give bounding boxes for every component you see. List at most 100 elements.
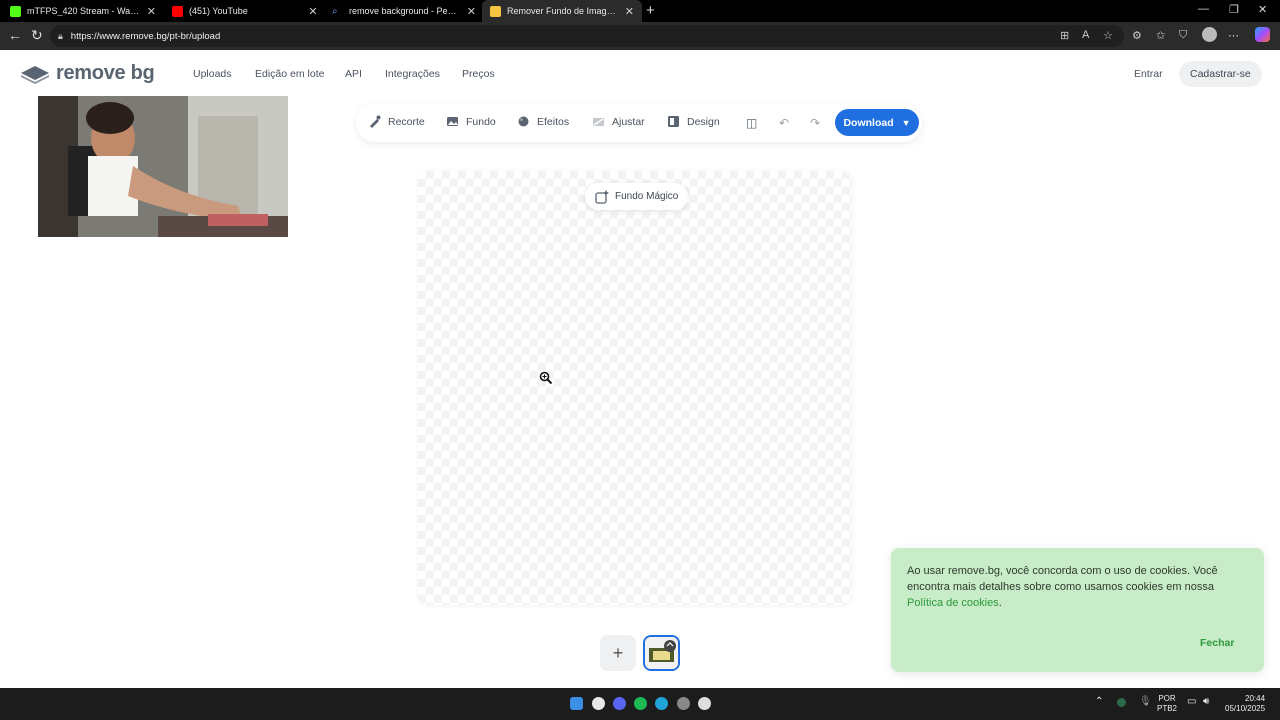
- minimize-icon[interactable]: —: [1198, 3, 1209, 15]
- removebg-favicon-icon: [490, 5, 501, 17]
- webcam-video-image: [38, 96, 288, 237]
- removebg-logo[interactable]: remove bg: [20, 62, 155, 85]
- clock-time: 20:44: [1245, 694, 1266, 703]
- brush-icon: [370, 115, 381, 128]
- app-icon[interactable]: [698, 697, 711, 710]
- magic-background-button[interactable]: Fundo Mágico: [585, 183, 689, 210]
- chevron-down-icon: ▼: [901, 117, 911, 128]
- cookie-close-button[interactable]: Fechar: [1200, 635, 1234, 651]
- nav-uploads[interactable]: Uploads: [193, 68, 232, 80]
- nav-pricing[interactable]: Preços: [462, 68, 495, 80]
- image-canvas[interactable]: [418, 171, 852, 605]
- extensions-icon[interactable]: ⚙: [1132, 29, 1142, 42]
- effects-icon: [518, 116, 529, 127]
- download-button[interactable]: Download ▼: [835, 109, 919, 136]
- download-label: Download: [843, 116, 894, 129]
- lock-icon: 🔒︎: [58, 30, 63, 41]
- kick-icon: [10, 5, 21, 17]
- tab-title: mTFPS_420 Stream - Watch Live o: [27, 6, 141, 16]
- tab-removebg[interactable]: Remover Fundo de Imagem Onli ✕: [482, 0, 642, 22]
- tool-label: Ajustar: [612, 115, 645, 128]
- tab-title: remove background - Pesquisar: [349, 6, 461, 16]
- tab-title: (451) YouTube: [189, 6, 248, 16]
- profile-avatar[interactable]: [1202, 27, 1217, 42]
- site-header: remove bg Uploads Edição em lote API Int…: [0, 50, 1280, 96]
- tool-label: Design: [687, 115, 720, 128]
- favorite-star-icon[interactable]: ☆: [1103, 29, 1113, 42]
- tab-kick-stream[interactable]: mTFPS_420 Stream - Watch Live o ✕: [2, 0, 164, 22]
- login-link[interactable]: Entrar: [1134, 68, 1163, 80]
- spotify-icon[interactable]: [634, 697, 647, 710]
- editor-toolbar: Recorte Fundo Efeitos Ajustar Design ◫ ↶…: [356, 104, 922, 142]
- tab-youtube[interactable]: (451) YouTube ✕: [164, 0, 326, 22]
- close-icon[interactable]: ✕: [625, 5, 634, 18]
- discord-icon[interactable]: [613, 697, 626, 710]
- url-field[interactable]: 🔒︎ https://www.remove.bg/pt-br/upload: [50, 25, 1124, 47]
- signup-button[interactable]: Cadastrar-se: [1179, 61, 1262, 87]
- close-icon[interactable]: ✕: [467, 5, 476, 18]
- tray-app-icon[interactable]: [1117, 698, 1126, 707]
- magic-label: Fundo Mágico: [615, 191, 679, 202]
- apps-icon[interactable]: ⊞: [1060, 29, 1069, 42]
- shield-icon[interactable]: ⛉: [1179, 29, 1187, 42]
- close-window-icon[interactable]: ✕: [1258, 3, 1267, 16]
- volume-icon[interactable]: 🔊︎: [1203, 697, 1209, 707]
- favorites-icon[interactable]: ✩: [1156, 29, 1165, 42]
- tab-search[interactable]: ⌕ remove background - Pesquisar ✕: [324, 0, 484, 22]
- edge-icon[interactable]: [655, 697, 668, 710]
- tool-cutout[interactable]: Recorte: [368, 115, 425, 128]
- microphone-icon[interactable]: 🎙︎: [1139, 697, 1152, 707]
- back-icon[interactable]: ←: [8, 27, 22, 43]
- logo-text: remove bg: [56, 62, 155, 84]
- language-indicator[interactable]: POR PTB2: [1157, 694, 1177, 714]
- cookie-period: .: [998, 597, 1002, 609]
- url-text: https://www.remove.bg/pt-br/upload: [70, 30, 221, 42]
- search-icon: ⌕: [332, 5, 338, 17]
- close-icon[interactable]: ✕: [147, 5, 156, 18]
- undo-icon[interactable]: ↶: [779, 116, 789, 130]
- logo-mark-icon: [21, 65, 49, 84]
- webcam-overlay: [38, 96, 288, 237]
- tool-design[interactable]: Design: [667, 115, 720, 128]
- redo-icon[interactable]: ↷: [810, 116, 820, 130]
- cookie-text: Ao usar remove.bg, você concorda com o u…: [907, 565, 1218, 593]
- new-tab-button[interactable]: +: [646, 2, 655, 19]
- clock-date: 05/10/2025: [1225, 704, 1266, 713]
- close-icon[interactable]: ✕: [308, 5, 318, 18]
- add-image-button[interactable]: +: [600, 635, 636, 671]
- cookie-policy-link[interactable]: Política de cookies: [907, 597, 999, 609]
- tool-label: Fundo: [466, 115, 496, 128]
- language-bottom: PTB2: [1157, 704, 1178, 713]
- language-top: POR: [1158, 694, 1176, 703]
- tool-label: Recorte: [388, 115, 425, 128]
- nav-integrations[interactable]: Integrações: [385, 68, 440, 80]
- read-aloud-icon[interactable]: A: [1082, 29, 1089, 41]
- plus-icon: +: [612, 642, 624, 663]
- more-menu-icon[interactable]: ⋯: [1228, 29, 1239, 42]
- tray-chevron-up-icon[interactable]: ⌃: [1095, 697, 1103, 707]
- browser-tab-bar: mTFPS_420 Stream - Watch Live o ✕ (451) …: [0, 0, 1280, 22]
- clock[interactable]: 20:44 05/10/2025: [1225, 694, 1265, 714]
- image-icon: [447, 117, 458, 126]
- restore-icon[interactable]: ❐: [1229, 3, 1239, 16]
- sparkle-image-icon: [595, 189, 609, 204]
- youtube-icon: [172, 5, 183, 17]
- image-thumbnail[interactable]: [643, 635, 680, 671]
- adjust-icon: [593, 118, 604, 126]
- start-icon[interactable]: [570, 697, 583, 710]
- refresh-icon[interactable]: ↻: [31, 27, 43, 44]
- design-icon: [668, 116, 679, 127]
- app-icon[interactable]: [592, 697, 605, 710]
- nav-batch-edit[interactable]: Edição em lote: [255, 68, 324, 80]
- compare-icon[interactable]: ◫: [746, 116, 757, 130]
- tool-effects[interactable]: Efeitos: [517, 115, 569, 128]
- nav-api[interactable]: API: [345, 68, 362, 80]
- copilot-icon[interactable]: [1255, 27, 1270, 42]
- tool-background[interactable]: Fundo: [446, 115, 496, 128]
- zoom-cursor-icon: [539, 371, 553, 385]
- settings-icon[interactable]: [677, 697, 690, 710]
- tool-label: Efeitos: [537, 115, 570, 128]
- tool-adjust[interactable]: Ajustar: [592, 115, 645, 128]
- network-icon[interactable]: ▭: [1187, 697, 1196, 707]
- tab-title: Remover Fundo de Imagem Onli: [507, 6, 619, 16]
